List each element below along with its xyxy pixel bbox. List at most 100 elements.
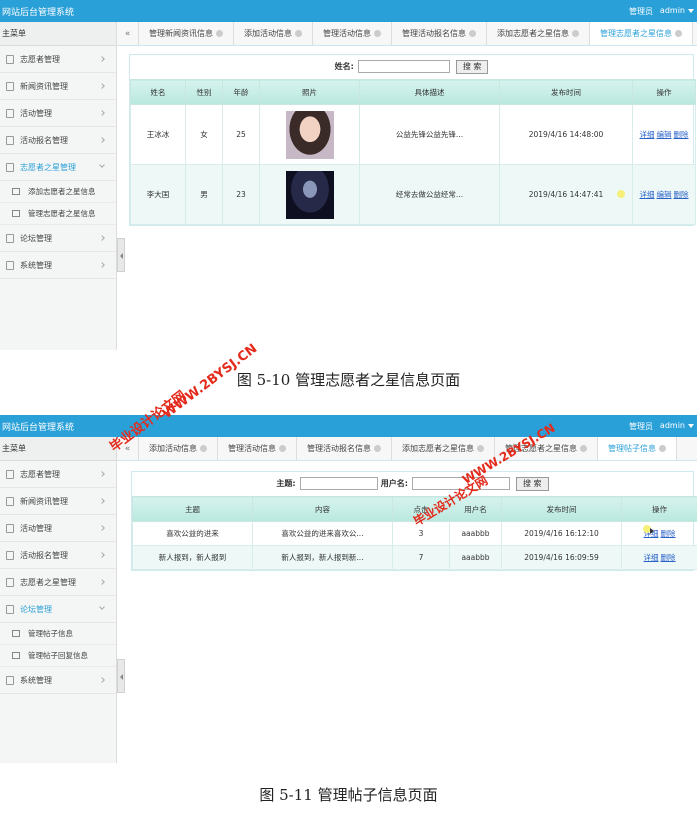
- tab-label: 管理新闻资讯信息: [149, 29, 213, 38]
- age-cell: 25: [222, 104, 260, 165]
- chevron-down-icon: [99, 604, 105, 610]
- sidebar-item[interactable]: 活动管理: [0, 100, 116, 127]
- tab-scroll-left-icon[interactable]: «: [117, 22, 139, 45]
- name-cell: 李大国: [130, 164, 186, 225]
- edit-link[interactable]: 编辑: [657, 190, 672, 199]
- tab[interactable]: 管理活动信息: [218, 437, 297, 460]
- tab[interactable]: 管理志愿者之星信息: [590, 22, 693, 45]
- sidebar-item[interactable]: 志愿者管理: [0, 46, 116, 73]
- role-label[interactable]: 管理员: [629, 6, 653, 17]
- submenu-item-label: 管理帖子回复信息: [28, 651, 88, 660]
- close-icon[interactable]: [279, 445, 286, 452]
- close-icon[interactable]: [477, 445, 484, 452]
- tab[interactable]: 管理活动报名信息: [297, 437, 392, 460]
- chevron-right-icon: [99, 677, 105, 683]
- tab[interactable]: 添加活动信息: [234, 22, 313, 45]
- search-button[interactable]: 搜 索: [455, 59, 489, 74]
- search-button[interactable]: 搜 索: [516, 476, 549, 491]
- edit-link[interactable]: 编辑: [657, 130, 672, 139]
- submenu-item[interactable]: 添加志愿者之星信息: [0, 181, 116, 203]
- document-icon: [6, 551, 14, 560]
- submenu-item[interactable]: 管理帖子信息: [0, 623, 116, 645]
- chevron-right-icon: [99, 471, 105, 477]
- sidebar-item[interactable]: 论坛管理: [0, 596, 116, 623]
- tab[interactable]: 添加志愿者之星信息: [487, 22, 590, 45]
- column-header: 操作: [621, 496, 697, 522]
- tab[interactable]: 管理帖子信息: [598, 437, 677, 460]
- detail-link[interactable]: 详细: [640, 130, 655, 139]
- folder-icon: [12, 652, 20, 659]
- sidebar-item[interactable]: 系统管理: [0, 252, 116, 279]
- close-icon[interactable]: [469, 30, 476, 37]
- tab-label: 管理志愿者之星信息: [600, 29, 672, 38]
- sidebar-item[interactable]: 论坛管理: [0, 225, 116, 252]
- content-cell: 喜欢公益的进来喜欢公...: [252, 521, 393, 546]
- sidebar-item-label: 系统管理: [20, 261, 52, 270]
- photo-thumbnail: [285, 110, 334, 159]
- submenu-item[interactable]: 管理志愿者之星信息: [0, 203, 116, 225]
- sidebar-header: 主菜单: [0, 22, 116, 46]
- data-panel: 主题: 用户名: 搜 索 主题 内容 点击 用户名 发布时间 操作 喜欢公益的进来 喜欢公益…: [131, 471, 697, 571]
- close-icon[interactable]: [572, 30, 579, 37]
- sidebar-item[interactable]: 活动报名管理: [0, 542, 116, 569]
- column-header: 操作: [632, 79, 696, 105]
- delete-link[interactable]: 删除: [674, 190, 689, 199]
- close-icon[interactable]: [200, 445, 207, 452]
- sidebar-item-label: 论坛管理: [20, 234, 52, 243]
- delete-link[interactable]: 删除: [661, 529, 676, 538]
- topic-cell: 新人报到，新人报到: [132, 545, 253, 570]
- close-icon[interactable]: [216, 30, 223, 37]
- user-menu[interactable]: admin: [660, 421, 685, 430]
- delete-link[interactable]: 删除: [674, 130, 689, 139]
- sidebar-item-label: 论坛管理: [20, 605, 52, 614]
- chevron-right-icon: [99, 262, 105, 268]
- sidebar-item[interactable]: 活动管理: [0, 515, 116, 542]
- sidebar-item-label: 志愿者管理: [20, 55, 60, 64]
- sidebar-menu: 志愿者管理新闻资讯管理 活动管理活动报名管理 志愿者之星管理添加志愿者之星信息 管理志…: [0, 46, 116, 279]
- sidebar-item[interactable]: 系统管理: [0, 667, 116, 694]
- role-label[interactable]: 管理员: [629, 421, 653, 432]
- close-icon[interactable]: [675, 30, 682, 37]
- submenu-item[interactable]: 管理帖子回复信息: [0, 645, 116, 667]
- name-search-input[interactable]: [358, 60, 451, 73]
- sidebar-item-label: 活动管理: [20, 524, 52, 533]
- folder-icon: [12, 188, 20, 195]
- close-icon[interactable]: [295, 30, 302, 37]
- sidebar-item[interactable]: 志愿者管理: [0, 461, 116, 488]
- tab[interactable]: 管理活动信息: [313, 22, 392, 45]
- tab[interactable]: 添加志愿者之星信息: [392, 437, 495, 460]
- close-icon[interactable]: [374, 445, 381, 452]
- time-cell: 2019/4/16 16:12:10: [501, 521, 622, 546]
- user-menu[interactable]: admin: [660, 6, 685, 15]
- sidebar-item[interactable]: 志愿者之星管理: [0, 154, 116, 181]
- sidebar-item[interactable]: 志愿者之星管理: [0, 569, 116, 596]
- sidebar-item[interactable]: 新闻资讯管理: [0, 73, 116, 100]
- tabs: 添加活动信息 管理活动信息 管理活动报名信息 添加志愿者之星信息 管理志愿者之星信息 管理…: [139, 437, 697, 460]
- tab[interactable]: 管理新闻资讯信息: [139, 22, 234, 45]
- document-icon: [6, 470, 14, 479]
- close-icon[interactable]: [659, 445, 666, 452]
- sidebar: 主菜单 志愿者管理新闻资讯管理 活动管理活动报名管理 志愿者之星管理添加志愿者之星信…: [0, 22, 117, 350]
- chevron-down-icon[interactable]: [688, 424, 694, 428]
- topic-search-input[interactable]: [300, 477, 379, 490]
- close-icon[interactable]: [374, 30, 381, 37]
- sidebar-item[interactable]: 活动报名管理: [0, 127, 116, 154]
- table-row: 王冰冰女 25 公益先锋公益先锋... 2019/4/16 14:48:00 详细 编辑删…: [130, 104, 696, 165]
- detail-link[interactable]: 详细: [644, 553, 659, 562]
- name-cell: 王冰冰: [130, 104, 186, 165]
- app-title: 网站后台管理系统: [2, 8, 75, 18]
- tab-label: 添加志愿者之星信息: [402, 444, 474, 453]
- time-cell: 2019/4/16 14:47:41: [499, 164, 633, 225]
- sidebar-item-label: 活动报名管理: [20, 136, 68, 145]
- tab[interactable]: 管理活动报名信息: [392, 22, 487, 45]
- detail-link[interactable]: 详细: [640, 190, 655, 199]
- sidebar-item-label: 志愿者之星管理: [20, 163, 76, 172]
- tab[interactable]: 添加活动信息: [139, 437, 218, 460]
- delete-link[interactable]: 删除: [661, 553, 676, 562]
- username-search-label: 用户名:: [380, 479, 408, 488]
- sidebar-item[interactable]: 新闻资讯管理: [0, 488, 116, 515]
- chevron-right-icon: [99, 83, 105, 89]
- chevron-down-icon[interactable]: [688, 9, 694, 13]
- figure-caption-2: 图 5-11 管理帖子信息页面: [259, 786, 438, 804]
- close-icon[interactable]: [580, 445, 587, 452]
